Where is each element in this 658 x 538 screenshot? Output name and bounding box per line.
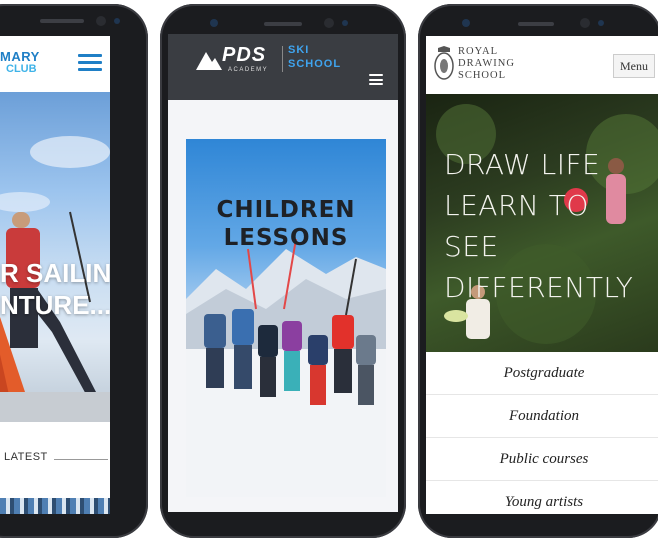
card-title-line-1: CHILDREN (216, 197, 356, 223)
sailor-illustration (0, 136, 110, 422)
hero-title: DRAW LIFE LEARN TO SEE DIFFERENTLY (444, 144, 633, 308)
hero-title-line-4: DIFFERENTLY (444, 271, 634, 304)
school-name-line-3: SCHOOL (458, 70, 507, 81)
hero-title-line-2: NTURE... (0, 290, 110, 320)
sensor (598, 20, 604, 26)
latest-label: LATEST (4, 451, 48, 463)
hero-title-line-1: DRAW LIFE (444, 148, 601, 181)
hero-image (0, 92, 110, 422)
sensor (342, 20, 348, 26)
logo-school: SCHOOL (288, 58, 342, 70)
front-camera (96, 16, 106, 26)
front-camera (324, 18, 334, 28)
school-name[interactable]: ROYAL DRAWING SCHOOL (458, 46, 515, 82)
ski-kids-illustration (186, 238, 386, 497)
site-header: MARY CLUB (0, 36, 110, 92)
logo-line-1: MARY (0, 49, 40, 64)
logo-main: PDS (222, 44, 267, 66)
sensor (462, 19, 470, 27)
ski-site-screen: PDS ACADEMY SKI SCHOOL CHILDREN LESSONS (168, 34, 398, 512)
phone-frame-ski: PDS ACADEMY SKI SCHOOL CHILDREN LESSONS (160, 4, 406, 538)
latest-divider (54, 459, 108, 460)
speaker-grille (40, 19, 84, 23)
club-logo[interactable]: MARY CLUB (0, 50, 40, 76)
crest-icon[interactable] (434, 46, 454, 82)
phone-frame-drawing: ROYAL DRAWING SCHOOL Menu DRAW LIFE LEAR… (418, 4, 658, 538)
site-header: ROYAL DRAWING SCHOOL Menu (426, 36, 658, 94)
logo-divider (282, 46, 283, 72)
menu-item[interactable]: Foundation (426, 395, 658, 438)
phone-frame-sailing: MARY CLUB R SAILING NTURE... (0, 4, 148, 538)
sensor (114, 18, 120, 24)
school-name-line-2: DRAWING (458, 58, 515, 69)
menu-item[interactable]: Public courses (426, 438, 658, 481)
sailing-site-screen: MARY CLUB R SAILING NTURE... (0, 36, 110, 514)
school-name-line-1: ROYAL (458, 46, 499, 57)
card-title-line-2: LESSONS (223, 225, 349, 251)
menu-item[interactable]: Postgraduate (426, 352, 658, 395)
menu-item[interactable]: Young artists (426, 481, 658, 514)
lesson-card[interactable]: CHILDREN LESSONS (186, 139, 386, 497)
hamburger-icon[interactable] (78, 54, 102, 71)
latest-section: LATEST (0, 448, 110, 470)
speaker-grille (518, 22, 554, 26)
logo-line-2: CLUB (6, 63, 37, 75)
hero-title-line-3: SEE (444, 230, 499, 263)
hero-image: DRAW LIFE LEARN TO SEE DIFFERENTLY (426, 94, 658, 352)
hero-title-line-1: R SAILING (0, 258, 110, 288)
pds-logo[interactable]: PDS ACADEMY SKI SCHOOL (196, 42, 376, 76)
drawing-school-screen: ROYAL DRAWING SCHOOL Menu DRAW LIFE LEAR… (426, 36, 658, 514)
front-camera (580, 18, 590, 28)
latest-thumbnail[interactable] (0, 498, 110, 514)
logo-academy: ACADEMY (228, 67, 269, 73)
course-menu: Postgraduate Foundation Public courses Y… (426, 352, 658, 514)
hero-title-line-2: LEARN TO (444, 189, 589, 222)
menu-button[interactable]: Menu (613, 54, 655, 78)
sensor (210, 19, 218, 27)
speaker-grille (264, 22, 302, 26)
mountain-icon (196, 52, 222, 70)
logo-ski: SKI (288, 44, 310, 56)
site-header: PDS ACADEMY SKI SCHOOL (168, 34, 398, 100)
hamburger-icon[interactable] (369, 74, 383, 85)
